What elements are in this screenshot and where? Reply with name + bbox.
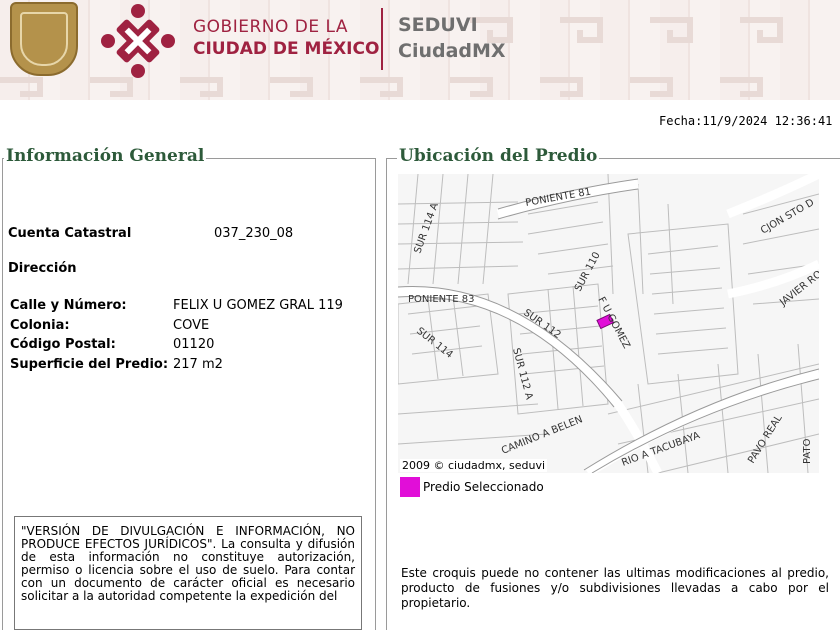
selected-parcel-label: Predio Seleccionado [423,480,544,494]
calle-value: FELIX U GOMEZ GRAL 119 [173,298,343,313]
ciudadmx-title: CiudadMX [398,40,506,62]
cuenta-catastral-label: Cuenta Catastral [8,226,132,241]
map-copyright: 2009 © ciudadmx, seduvi [400,459,548,472]
codigo-postal-value: 01120 [173,337,215,352]
seduvi-title: SEDUVI [398,14,478,36]
location-map[interactable]: PONIENTE 81 SUR 114 A SUR 110 CJON STO D… [398,174,819,473]
colonia-label: Colonia: [10,318,70,333]
colonia-value: COVE [173,318,210,333]
street-label-13: PATO [802,438,813,464]
cdmx-seal-logo [10,2,78,76]
site-header: GOBIERNO DE LA CIUDAD DE MÉXICO SEDUVI C… [0,0,840,100]
gov-title-line2: CIUDAD DE MÉXICO [193,39,380,59]
calle-label: Calle y Número: [10,298,127,313]
timestamp: Fecha:11/9/2024 12:36:41 PM [659,114,840,128]
codigo-postal-label: Código Postal: [10,337,116,352]
street-label-5: PONIENTE 83 [408,294,474,305]
direccion-label: Dirección [8,261,77,276]
map-note: Este croquis puede no contener las ultim… [401,566,829,610]
info-general-title: Información General [4,146,207,166]
selected-parcel-swatch [400,477,420,497]
superficie-label: Superficie del Predio: [10,357,169,372]
ubicacion-title: Ubicación del Predio [397,146,600,166]
cdmx-emblem-logo [101,4,175,78]
header-divider [381,8,383,70]
cuenta-catastral-value: 037_230_08 [214,226,294,241]
gov-title-line1: GOBIERNO DE LA [193,17,349,37]
map-drawing: PONIENTE 81 SUR 114 A SUR 110 CJON STO D… [398,174,819,473]
superficie-value: 217 m2 [173,357,223,372]
disclaimer-box: "VERSIÓN DE DIVULGACIÓN E INFORMACIÓN, N… [14,516,362,630]
